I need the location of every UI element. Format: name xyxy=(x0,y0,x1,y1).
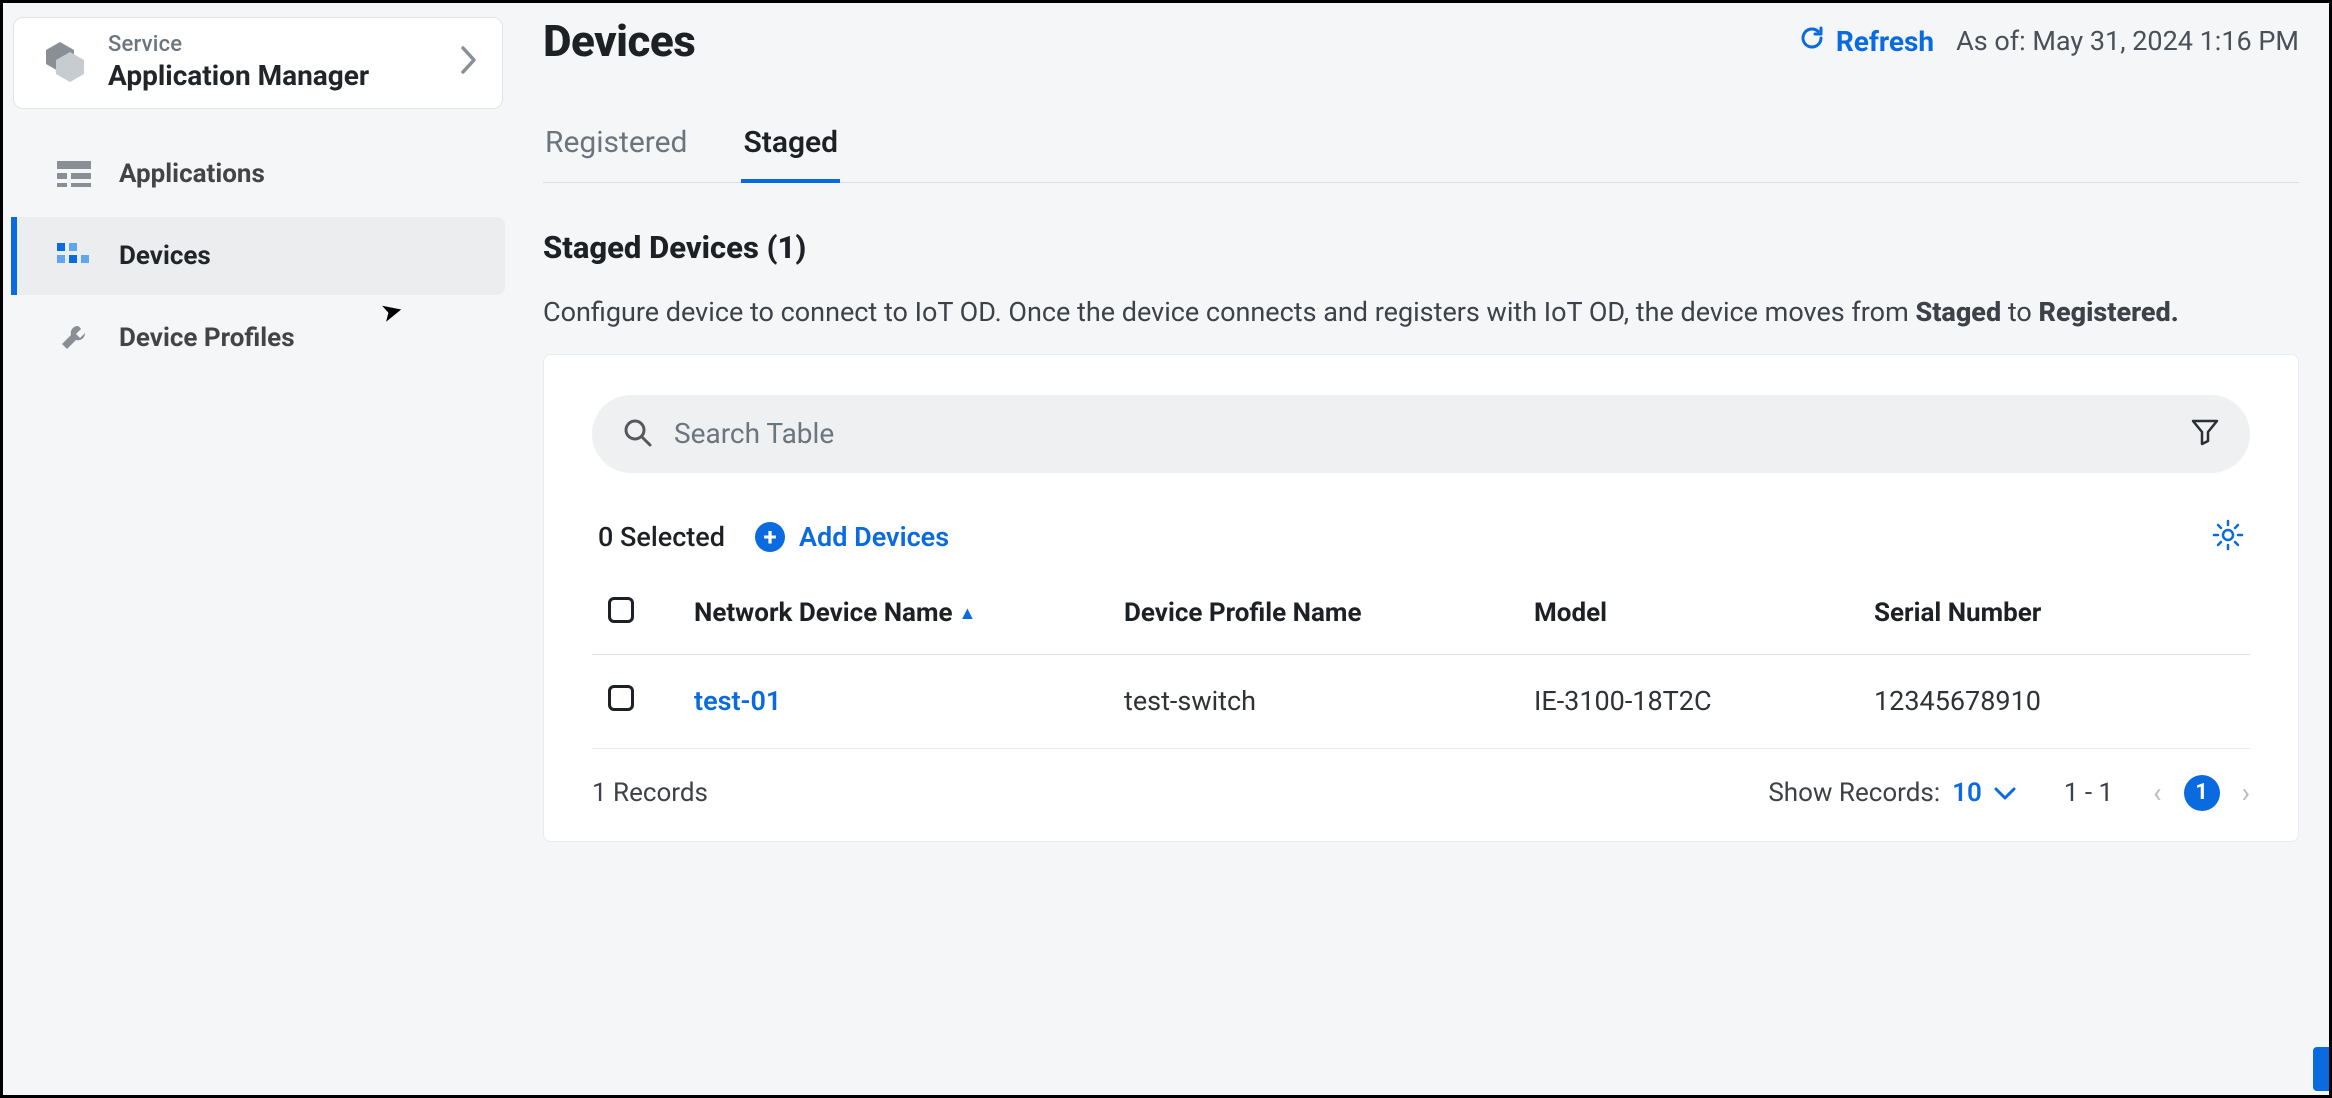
section-title: Staged Devices (1) xyxy=(543,229,2299,266)
sidebar-item-devices[interactable]: Devices xyxy=(11,217,505,295)
refresh-icon xyxy=(1798,24,1826,59)
show-records-label: Show Records: xyxy=(1768,778,1940,808)
select-all-checkbox[interactable] xyxy=(608,597,634,623)
records-count: 1 Records xyxy=(592,778,1750,808)
page-size-select[interactable]: 10 xyxy=(1952,778,1982,808)
sidebar-item-label: Device Profiles xyxy=(119,323,295,353)
device-profile-cell: test-switch xyxy=(1112,654,1522,748)
sidebar: Service Application Manager Applications… xyxy=(3,3,513,1095)
col-header-name[interactable]: Network Device Name▲ xyxy=(682,573,1112,655)
sidebar-item-device-profiles[interactable]: Device Profiles xyxy=(11,299,505,377)
sort-asc-icon: ▲ xyxy=(959,603,977,624)
search-input[interactable] xyxy=(674,417,2168,450)
current-page[interactable]: 1 xyxy=(2184,775,2220,811)
table-header-row: Network Device Name▲ Device Profile Name… xyxy=(592,573,2250,655)
device-model-cell: IE-3100-18T2C xyxy=(1522,654,1862,748)
service-switcher[interactable]: Service Application Manager xyxy=(13,17,503,109)
sidebar-item-label: Applications xyxy=(119,159,265,189)
asof-text: As of: May 31, 2024 1:16 PM xyxy=(1956,25,2299,57)
service-name: Application Manager xyxy=(108,59,440,92)
page-title: Devices xyxy=(543,15,695,67)
table-card: 0 Selected + Add Devices Network Device … xyxy=(543,354,2299,842)
table-row: test-01 test-switch IE-3100-18T2C 123456… xyxy=(592,654,2250,748)
service-label: Service xyxy=(108,32,440,57)
wrench-icon xyxy=(57,323,91,353)
device-name-link[interactable]: test-01 xyxy=(682,654,1112,748)
col-header-serial[interactable]: Serial Number xyxy=(1862,573,2250,655)
tab-staged[interactable]: Staged xyxy=(741,113,840,182)
add-devices-label: Add Devices xyxy=(799,521,949,553)
row-checkbox[interactable] xyxy=(608,685,634,711)
sidebar-item-label: Devices xyxy=(119,241,211,271)
search-icon xyxy=(622,417,652,451)
filter-icon[interactable] xyxy=(2190,417,2220,451)
chevron-down-icon xyxy=(1994,778,2016,808)
add-devices-button[interactable]: + Add Devices xyxy=(755,521,949,553)
section-description: Configure device to connect to IoT OD. O… xyxy=(543,292,2299,334)
next-page-button[interactable]: › xyxy=(2242,776,2250,809)
applications-icon xyxy=(57,161,91,187)
device-serial-cell: 12345678910 xyxy=(1862,654,2250,748)
devices-table: Network Device Name▲ Device Profile Name… xyxy=(592,573,2250,749)
selected-count: 0 Selected xyxy=(598,521,725,553)
tab-registered[interactable]: Registered xyxy=(543,113,689,182)
plus-icon: + xyxy=(755,522,785,552)
col-header-model[interactable]: Model xyxy=(1522,573,1862,655)
refresh-button[interactable]: Refresh xyxy=(1798,24,1934,59)
prev-page-button[interactable]: ‹ xyxy=(2153,776,2161,809)
refresh-label: Refresh xyxy=(1836,25,1934,58)
sidebar-nav: Applications Devices Device Profiles xyxy=(3,133,513,379)
search-bar[interactable] xyxy=(592,395,2250,473)
sidebar-item-applications[interactable]: Applications xyxy=(11,135,505,213)
tabs: Registered Staged xyxy=(543,113,2299,183)
service-hex-icon xyxy=(44,40,88,84)
right-edge-handle[interactable] xyxy=(2313,1047,2329,1091)
col-header-profile[interactable]: Device Profile Name xyxy=(1112,573,1522,655)
main-content: Devices Refresh As of: May 31, 2024 1:16… xyxy=(513,3,2329,1095)
chevron-right-icon xyxy=(460,45,478,79)
devices-icon xyxy=(57,243,91,269)
range-text: 1 - 1 xyxy=(2064,778,2113,808)
gear-icon[interactable] xyxy=(2212,519,2244,555)
